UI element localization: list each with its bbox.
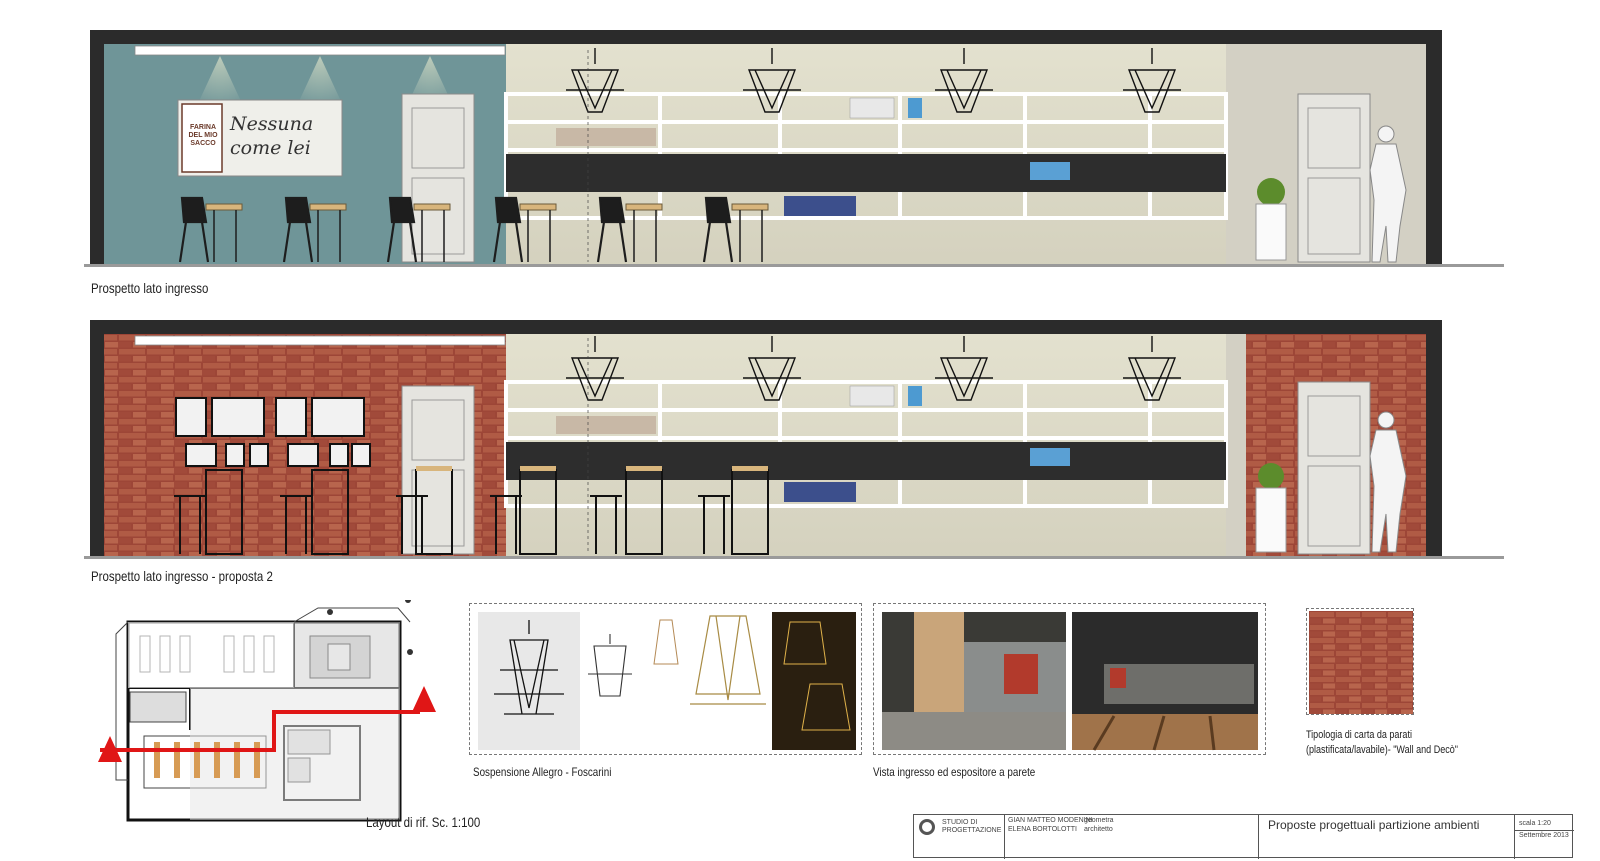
divider [1514,815,1515,859]
studio-line-1: STUDIO DI [942,819,978,826]
elevation-2 [90,320,1442,556]
brick-wallpaper-swatch [1309,611,1413,714]
lamps-images [478,612,856,750]
role-2: architetto [1084,826,1113,833]
drawing-title: Proposte progettuali partizione ambienti [1268,818,1480,832]
floor-plan [98,597,448,832]
elevation-2-drawing [90,320,1442,556]
wallpaper-caption-line1: Tipologia di carta da parati [1306,729,1412,741]
divider [1514,830,1574,831]
person-2: ELENA BORTOLOTTI [1008,826,1077,833]
ground-line-2 [84,556,1504,559]
sign-script: Nessuna come lei [230,113,314,159]
wallpaper-caption-line2: (plastificata/lavabile)- "Wall and Decò" [1306,744,1458,756]
views-caption: Vista ingresso ed espositore a parete [873,765,1036,779]
sign-brand: FARINA DEL MIO SACCO [188,124,218,147]
divider [1004,815,1005,859]
drawing-date: Settembre 2013 [1519,832,1569,839]
wallpaper-panel [1306,608,1414,715]
elevation-1-caption: Prospetto lato ingresso [91,280,209,296]
role-1: geometra [1084,817,1114,824]
views-images [882,612,1258,751]
views-panel [873,603,1266,755]
elevation-2-caption: Prospetto lato ingresso - proposta 2 [91,568,273,584]
divider [1258,815,1259,859]
title-block: STUDIO DI PROGETTAZIONE GIAN MATTEO MODE… [913,814,1574,859]
drawing-scale: scala 1:20 [1519,820,1551,827]
lamps-panel [469,603,862,755]
lamps-caption: Sospensione Allegro - Foscarini [473,765,612,779]
studio-logo-icon [919,819,935,835]
elevation-1: FARINA DEL MIO SACCO Nessuna come lei [90,30,1442,264]
person-1: GIAN MATTEO MODENINI [1008,817,1093,824]
plan-caption: Layout di rif. Sc. 1:100 [366,814,481,830]
floor-plan-drawing [98,597,436,822]
ground-line-1 [84,264,1504,267]
studio-line-2: PROGETTAZIONE [942,827,1002,834]
